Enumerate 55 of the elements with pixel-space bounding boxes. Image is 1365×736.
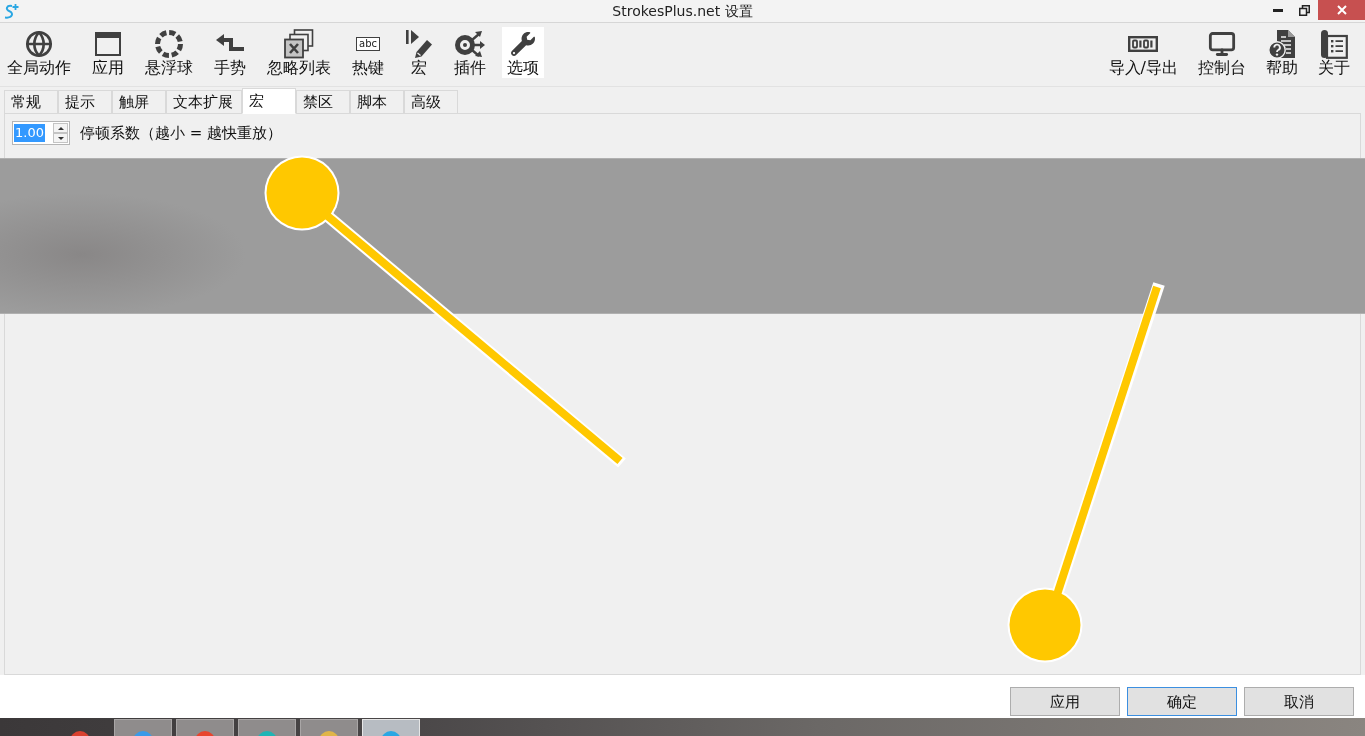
help-document-icon (1268, 29, 1296, 59)
setting-label: 停顿系数（越小 = 越快重放） (80, 123, 283, 143)
globe-icon (25, 30, 53, 58)
scroll-list-icon (1320, 29, 1348, 59)
toolbar-button[interactable]: 全局动作 (2, 27, 76, 78)
close-button[interactable] (1318, 0, 1365, 20)
window-icon (95, 32, 121, 56)
tab[interactable]: 禁区 (296, 90, 350, 113)
app-logo-icon (3, 2, 19, 20)
toolbar-button[interactable]: 忽略列表 (262, 27, 336, 78)
spinbox-value: 1.00 (14, 124, 45, 142)
tab[interactable]: 脚本 (350, 90, 404, 113)
dialog-button[interactable]: 取消 (1244, 687, 1354, 716)
dashed-ring-icon (155, 30, 183, 58)
dialog-button[interactable]: 应用 (1010, 687, 1120, 716)
toolbar-button[interactable]: 选项 (502, 27, 544, 78)
spin-down-button[interactable] (53, 133, 68, 143)
round-app-icon (319, 730, 339, 736)
monitor-icon (1208, 30, 1236, 58)
tab[interactable]: 宏 (242, 88, 296, 114)
caret-down-icon (57, 136, 64, 140)
round-app-icon (133, 730, 153, 736)
turn-arrow-icon (216, 34, 244, 54)
key-icon: abc (356, 37, 380, 51)
toolbar-button[interactable]: 插件 (449, 27, 491, 78)
stacked-windows-icon (284, 29, 314, 59)
toolbar-button[interactable]: 手势 (209, 27, 251, 78)
play-pencil-icon (405, 29, 433, 59)
toolbar-button[interactable]: 悬浮球 (140, 27, 198, 78)
tab[interactable]: 高级 (404, 90, 458, 113)
tab[interactable]: 文本扩展 (166, 90, 242, 113)
toolbar-button[interactable]: abc 热键 (347, 27, 389, 78)
toolbar-button[interactable]: 导入/导出 (1103, 27, 1183, 78)
toolbar-button[interactable]: 关于 (1313, 27, 1355, 78)
caret-up-icon (57, 126, 64, 130)
restore-icon (1299, 4, 1310, 16)
round-app-icon (257, 730, 277, 736)
tab[interactable]: 提示 (58, 90, 112, 113)
toolbar-button[interactable]: 控制台 (1193, 27, 1251, 78)
wrench-icon (511, 32, 535, 56)
toolbar-button[interactable]: 宏 (400, 27, 438, 78)
tab[interactable]: 常规 (4, 90, 58, 113)
toolbar-button[interactable]: 应用 (87, 27, 129, 78)
toolbar-button[interactable]: 帮助 (1261, 27, 1303, 78)
window-title: StrokesPlus.net 设置 (612, 2, 753, 21)
minimize-icon (1272, 8, 1283, 12)
round-app-icon (70, 730, 90, 736)
dialog-button[interactable]: 确定 (1127, 687, 1237, 716)
round-app-icon (381, 730, 401, 736)
close-icon (1336, 5, 1347, 15)
tab[interactable]: 触屏 (112, 90, 166, 113)
round-app-icon (195, 730, 215, 736)
binary-display-icon (1128, 36, 1159, 52)
spin-up-button[interactable] (53, 123, 68, 133)
ring-arrows-icon (455, 30, 485, 58)
